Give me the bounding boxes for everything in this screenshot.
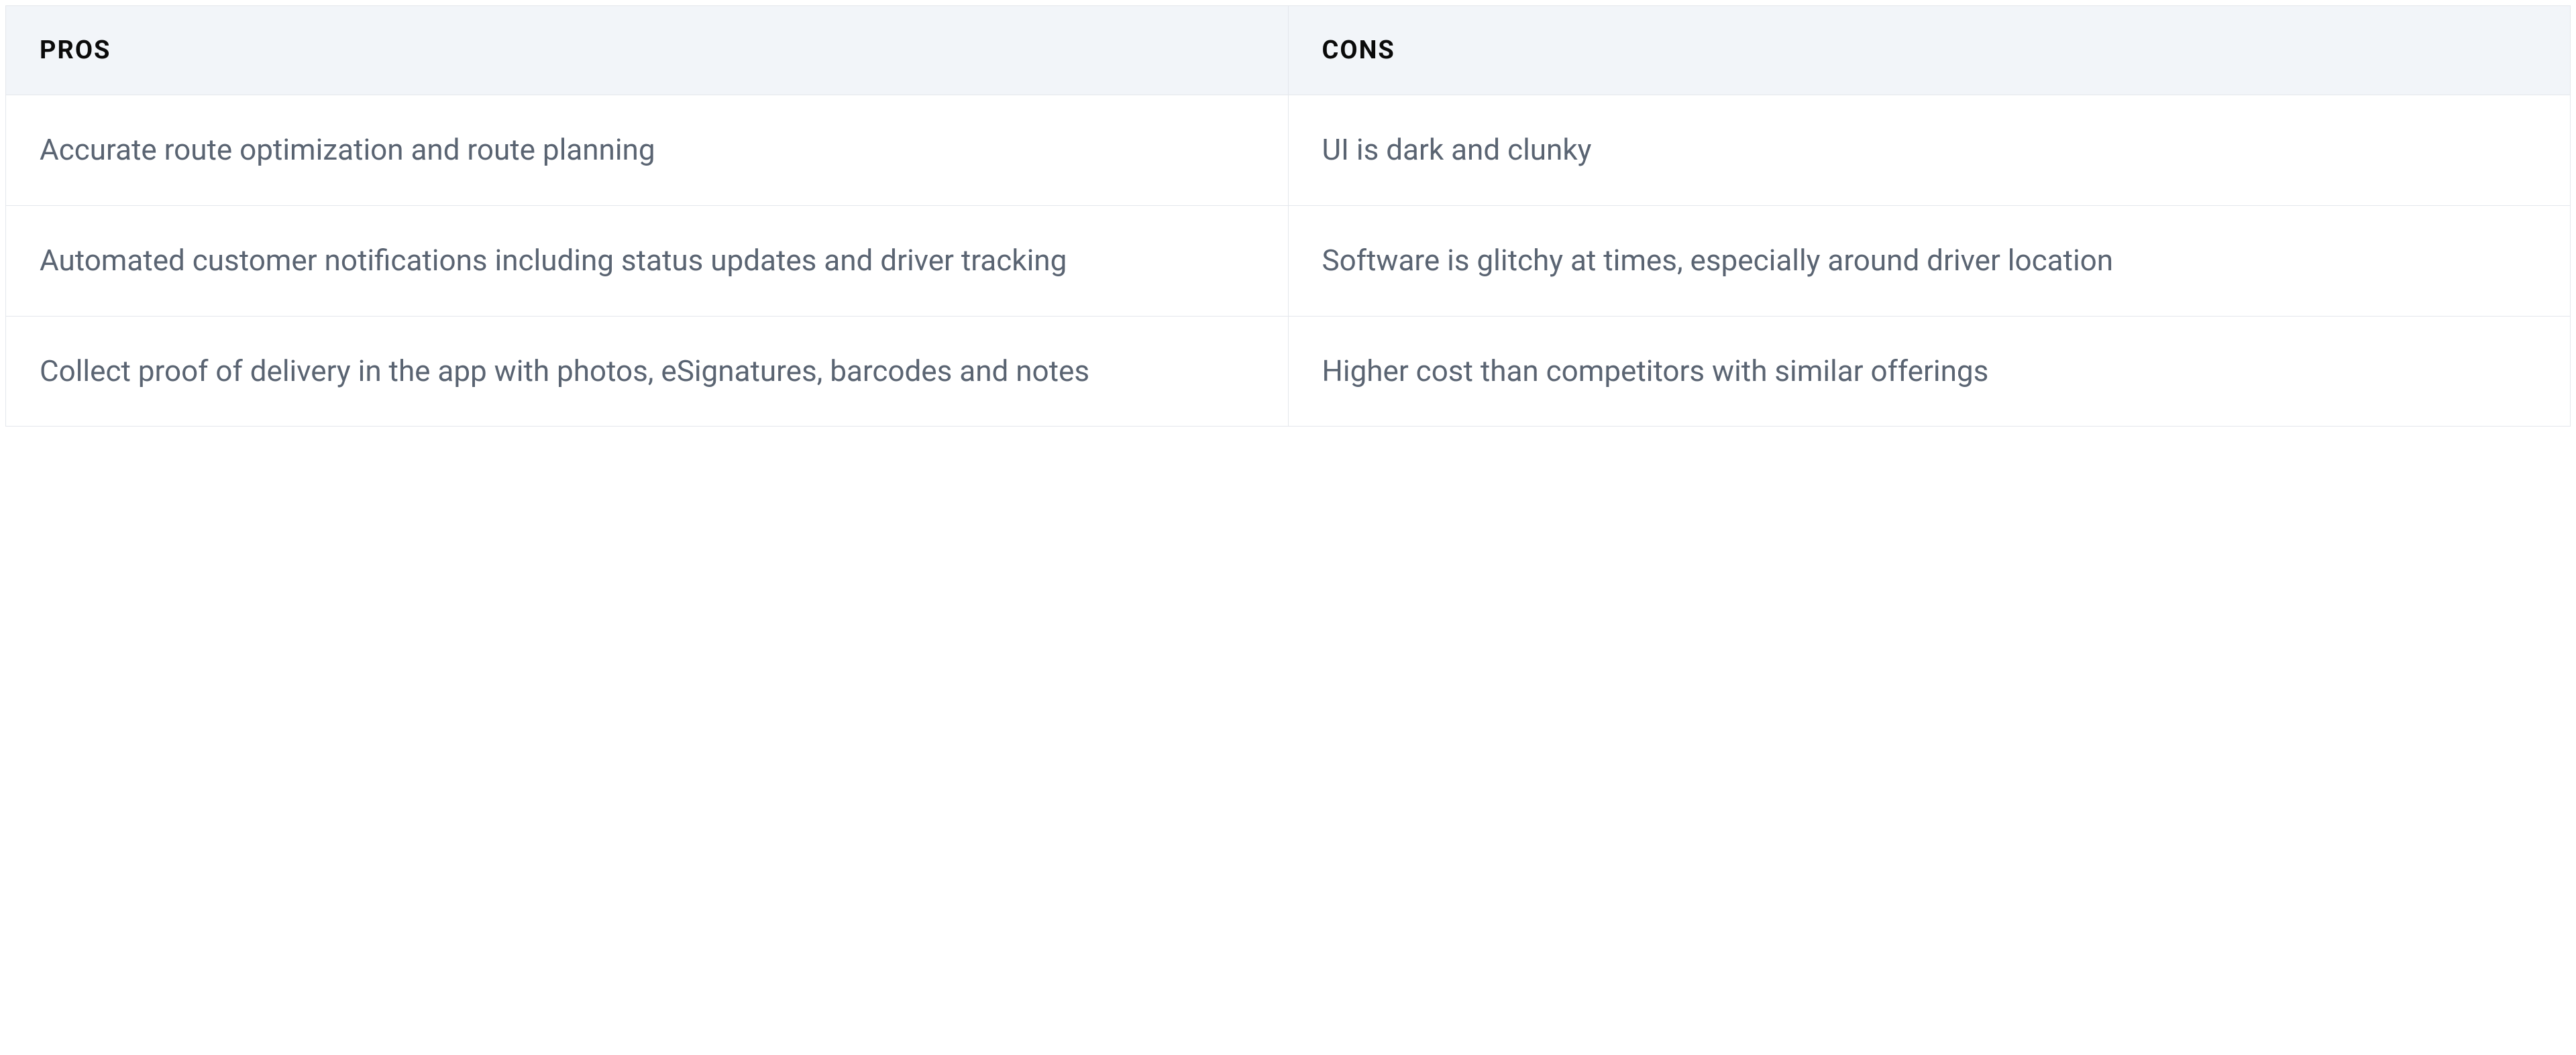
pro-cell: Accurate route optimization and route pl… xyxy=(6,95,1289,206)
con-cell: Higher cost than competitors with simila… xyxy=(1288,316,2571,427)
con-cell: Software is glitchy at times, especially… xyxy=(1288,205,2571,316)
cons-header: CONS xyxy=(1288,6,2571,95)
table-header-row: PROS CONS xyxy=(6,6,2571,95)
con-cell: UI is dark and clunky xyxy=(1288,95,2571,206)
table-row: Automated customer notifications includi… xyxy=(6,205,2571,316)
pros-header: PROS xyxy=(6,6,1289,95)
pro-cell: Automated customer notifications includi… xyxy=(6,205,1289,316)
pro-cell: Collect proof of delivery in the app wit… xyxy=(6,316,1289,427)
table-row: Accurate route optimization and route pl… xyxy=(6,95,2571,206)
table-row: Collect proof of delivery in the app wit… xyxy=(6,316,2571,427)
pros-cons-table: PROS CONS Accurate route optimization an… xyxy=(5,5,2571,427)
